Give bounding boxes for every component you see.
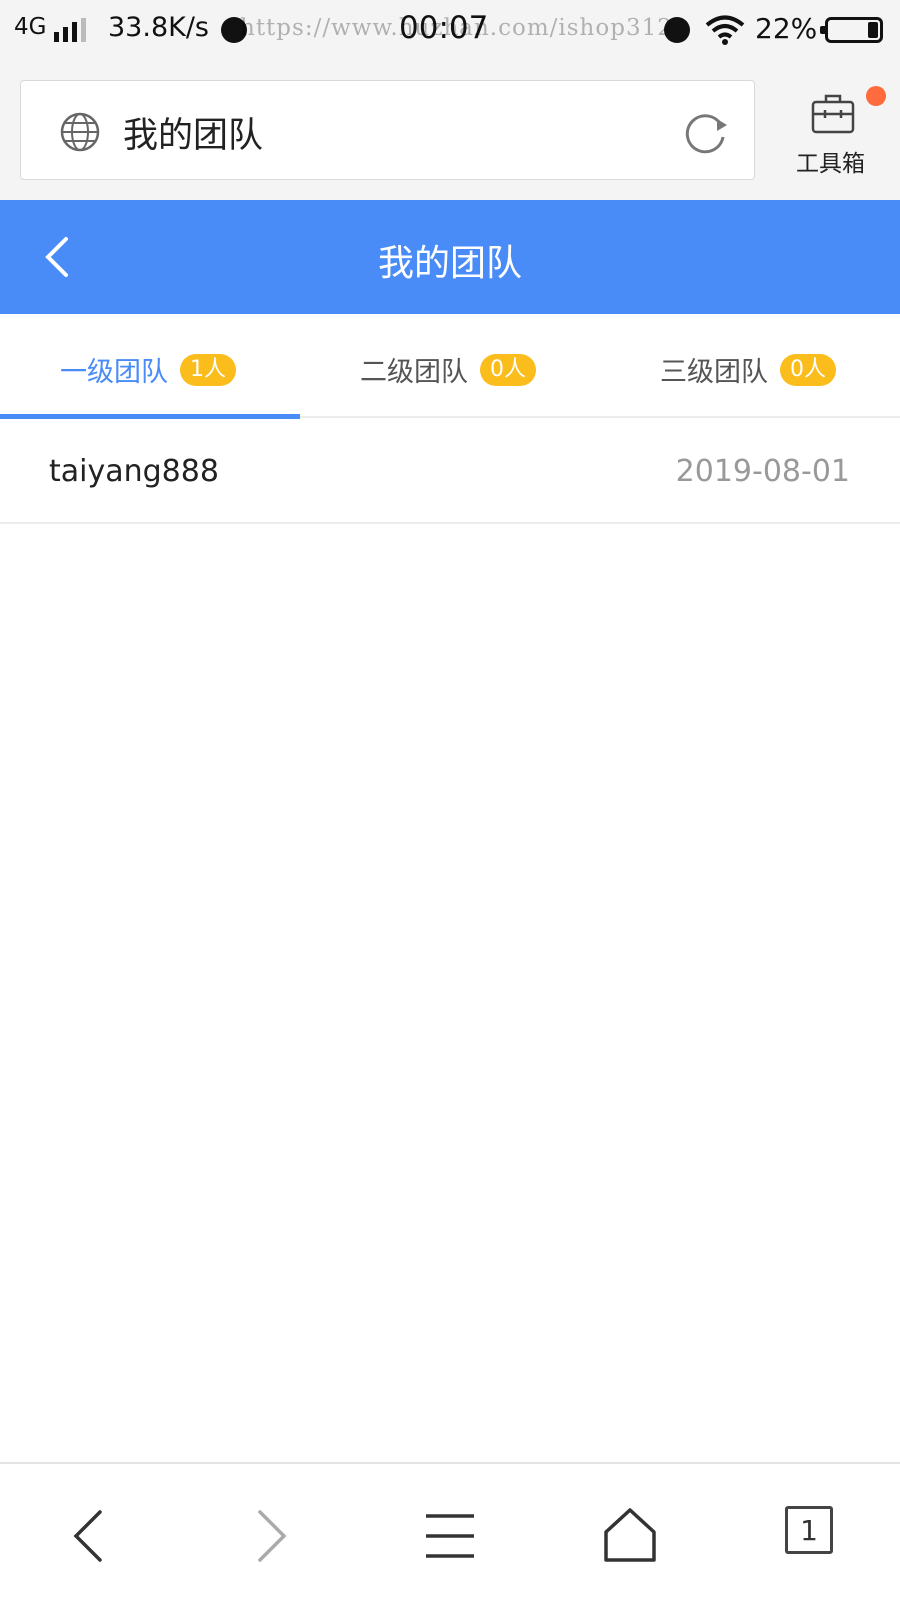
signal-icon <box>54 16 90 42</box>
list-item[interactable]: taiyang888 2019-08-01 <box>0 420 900 524</box>
page-header: 我的团队 <box>0 200 900 314</box>
alarm-icon <box>664 17 690 43</box>
browser-toolbar: 我的团队 工具箱 <box>0 62 900 200</box>
battery-percent: 22% <box>755 12 818 45</box>
member-count-badge: 0人 <box>780 354 836 386</box>
active-tab-indicator <box>0 414 300 419</box>
address-title: 我的团队 <box>123 116 264 156</box>
address-bar[interactable]: 我的团队 <box>20 80 755 180</box>
team-level-tabs: 一级团队 1人 二级团队 0人 三级团队 0人 <box>0 314 900 419</box>
member-count-badge: 1人 <box>180 354 236 386</box>
nav-forward-icon[interactable] <box>240 1506 300 1566</box>
page-title: 我的团队 <box>377 243 522 284</box>
toolbox-icon <box>811 94 855 134</box>
wifi-icon <box>705 15 745 45</box>
member-count-badge: 0人 <box>480 354 536 386</box>
toolbox-button[interactable]: 工具箱 <box>780 86 886 182</box>
network-speed: 33.8K/s <box>108 12 209 43</box>
home-icon[interactable] <box>600 1506 660 1566</box>
tabs-button[interactable]: 1 <box>785 1506 845 1566</box>
tab-level-1[interactable]: 一级团队 1人 <box>0 314 300 419</box>
tab-label: 二级团队 <box>360 357 468 388</box>
tab-label: 三级团队 <box>660 357 768 388</box>
notification-dot <box>866 86 886 106</box>
clock: 00:07 <box>399 10 489 46</box>
network-type: 4G <box>14 14 47 40</box>
tabs-count: 1 <box>785 1506 833 1554</box>
nav-back-icon[interactable] <box>60 1506 120 1566</box>
battery-icon <box>820 17 883 43</box>
join-date: 2019-08-01 <box>675 454 850 489</box>
status-bar: 4G 33.8K/s https://www.huzhan.com/ishop3… <box>0 0 900 62</box>
tab-level-2[interactable]: 二级团队 0人 <box>300 314 600 418</box>
refresh-icon[interactable] <box>681 107 731 157</box>
member-name: taiyang888 <box>49 454 219 489</box>
tab-level-3[interactable]: 三级团队 0人 <box>600 314 900 418</box>
globe-icon <box>60 112 100 152</box>
browser-bottom-nav: 1 <box>0 1462 900 1600</box>
menu-icon[interactable] <box>420 1506 480 1566</box>
tab-label: 一级团队 <box>60 357 168 388</box>
toolbox-label: 工具箱 <box>796 151 865 177</box>
